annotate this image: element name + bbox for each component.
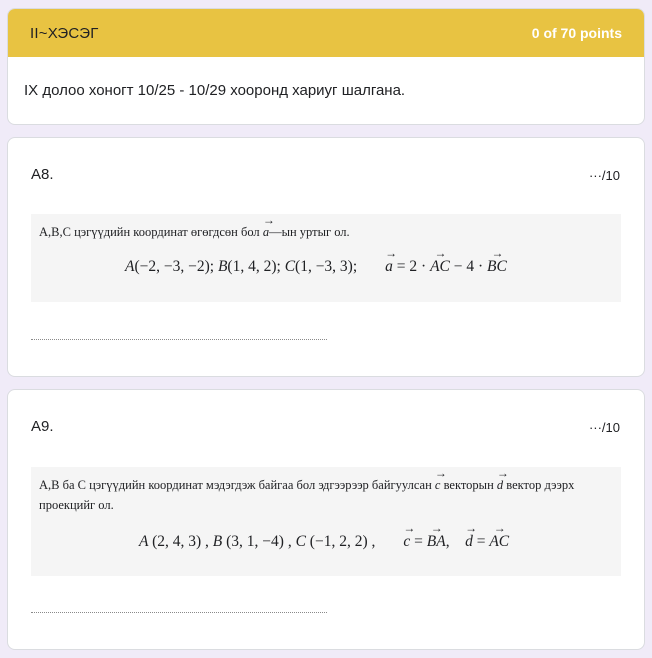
question-card-a9: A9. ···/10 A,B ба C цэгүүдийн координат … [7,389,645,650]
section-header: II~ХЭСЭГ 0 of 70 points [8,9,644,57]
question-formula: A (2, 4, 3) , B (3, 1, −4) , C (−1, 2, 2… [139,521,509,551]
question-prompt: A,B,C цэгүүдийн координат өгөгдсөн бол a… [39,210,611,242]
question-card-a8: A8. ···/10 A,B,C цэгүүдийн координат өгө… [7,137,645,377]
section-card: II~ХЭСЭГ 0 of 70 points IX долоо хоногт … [7,8,645,125]
question-score: ···/10 [588,420,620,435]
question-image: A,B ба C цэгүүдийн координат мэдэгдэж ба… [31,463,621,576]
question-formula: A(−2, −3, −2); B(1, 4, 2); C(1, −3, 3);a… [125,246,507,276]
answer-input[interactable] [31,339,327,340]
question-header: A8. ···/10 [8,138,644,208]
question-prompt: A,B ба C цэгүүдийн координат мэдэгдэж ба… [39,463,611,515]
question-title: A9. [31,418,54,435]
question-image: A,B,C цэгүүдийн координат өгөгдсөн бол a… [31,210,621,302]
section-title: II~ХЭСЭГ [30,24,99,42]
question-title: A8. [31,166,54,183]
question-score: ···/10 [588,168,620,183]
section-points: 0 of 70 points [531,25,622,41]
question-header: A9. ···/10 [8,390,644,460]
section-description: IX долоо хоногт 10/25 - 10/29 хооронд ха… [24,82,406,99]
answer-input[interactable] [31,612,327,613]
